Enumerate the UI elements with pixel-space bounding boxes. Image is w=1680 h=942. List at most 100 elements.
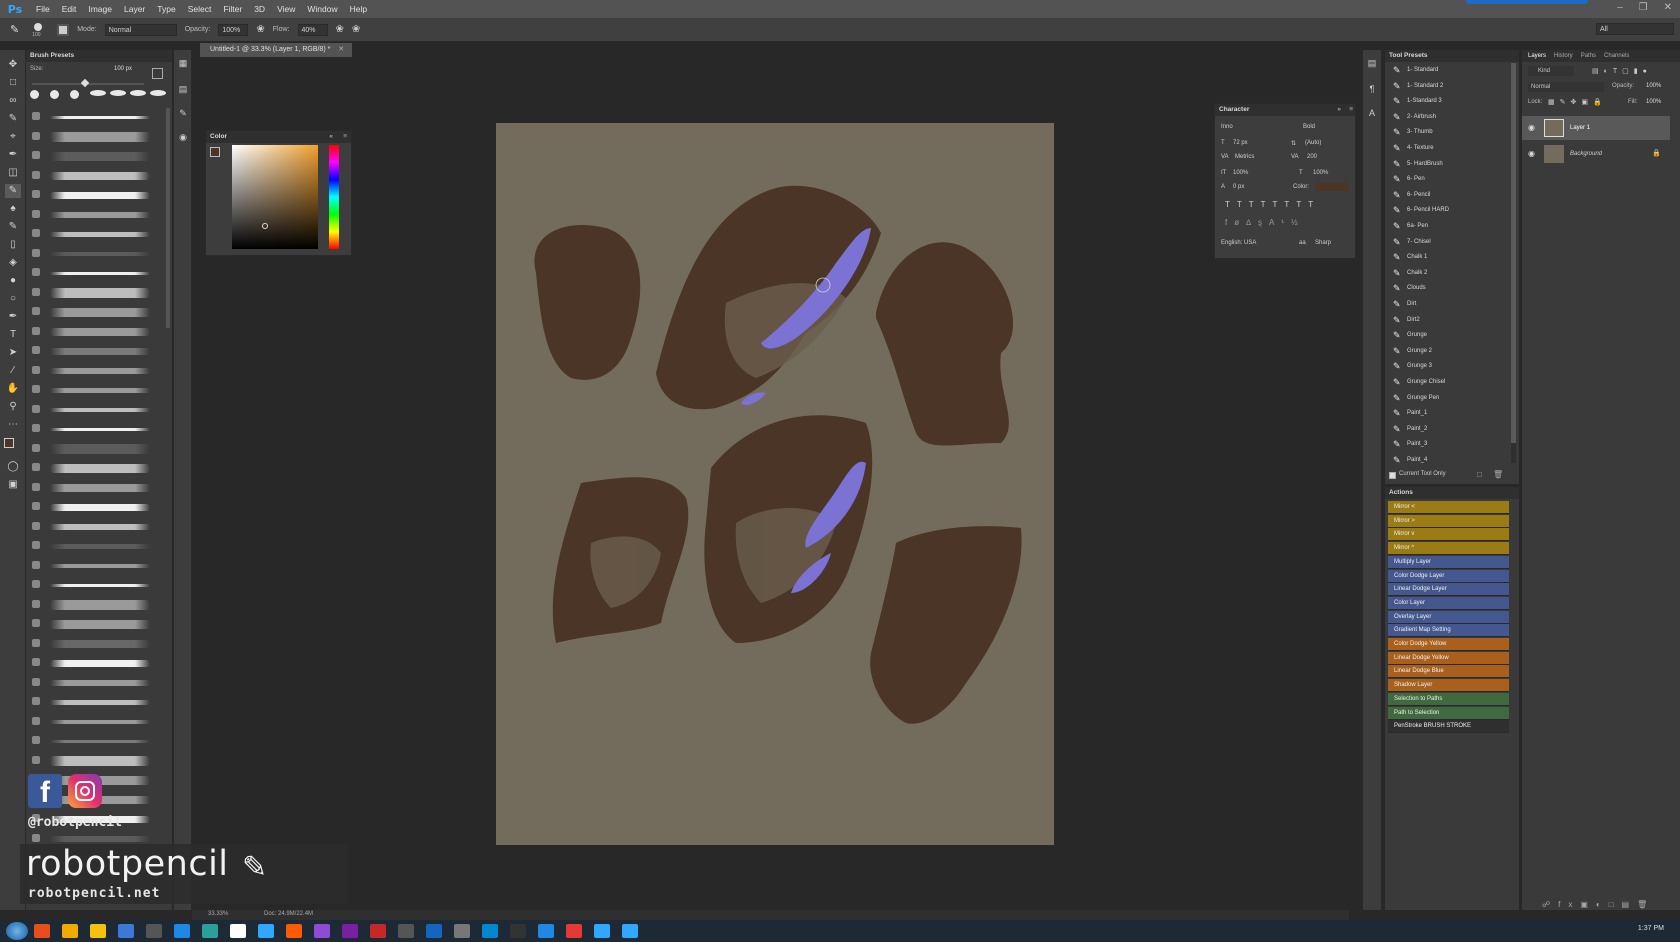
brush-preset-row[interactable]	[26, 654, 172, 672]
brush-preset-row[interactable]	[26, 713, 172, 731]
action-button[interactable]: Selection to Paths	[1388, 692, 1509, 706]
language-select[interactable]: English: USA	[1221, 240, 1256, 246]
tool-preset-item[interactable]: ✎ 6- Pencil HARD	[1385, 203, 1511, 218]
path-select-tool-icon[interactable]: ➤	[5, 346, 21, 360]
color-panel-tab[interactable]: Color « ≡	[206, 131, 351, 143]
brush-settings-icon[interactable]: ✎	[177, 108, 189, 120]
panel-menu-icon[interactable]: ≡	[1349, 104, 1353, 116]
tool-preset-item[interactable]: ✎ 5- HardBrush	[1385, 157, 1511, 172]
action-button[interactable]: Color Dodge Layer	[1388, 569, 1509, 583]
brush-preset-row[interactable]	[26, 245, 172, 263]
blend-mode-select[interactable]: Normal	[1528, 82, 1604, 92]
layer-name[interactable]: Background	[1570, 142, 1602, 166]
menu-file[interactable]: File	[30, 4, 56, 14]
tab-layers[interactable]: Layers	[1528, 50, 1546, 62]
tool-presets-tab[interactable]: Tool Presets	[1385, 50, 1519, 62]
tracking-field[interactable]: 200	[1307, 154, 1317, 160]
brush-list-scrollbar[interactable]	[166, 108, 170, 328]
layer-row-background[interactable]: ◉ Background 🔒	[1522, 142, 1670, 166]
brush-preset-row[interactable]	[26, 342, 172, 360]
action-button[interactable]: Multiply Layer	[1388, 555, 1509, 569]
layer-bottom-toolbar[interactable]: ☍fx▣◐□▤🗑	[1542, 900, 1655, 909]
brush-tip-swatch[interactable]	[30, 90, 39, 99]
foreground-color-swatch[interactable]	[210, 147, 220, 157]
brush-tip-swatch[interactable]	[150, 90, 166, 96]
more-tools-icon[interactable]: ⋯	[5, 418, 21, 432]
action-button-list[interactable]: Mirror < Mirror > Mirror v Mirror ^ Multiply…	[1385, 501, 1519, 741]
font-style-select[interactable]: Bold	[1303, 124, 1347, 130]
brush-list[interactable]	[26, 108, 172, 848]
visibility-eye-icon[interactable]: ◉	[1528, 142, 1535, 166]
taskbar-app-icon[interactable]	[566, 924, 582, 938]
taskbar-app-icon[interactable]	[510, 924, 526, 938]
tool-preset-item[interactable]: ✎ Chalk 1	[1385, 250, 1511, 265]
actions-tab[interactable]: Actions	[1385, 487, 1519, 499]
brush-preset-row[interactable]	[26, 225, 172, 243]
clone-stamp-tool-icon[interactable]: ♠	[5, 202, 21, 216]
action-button[interactable]: Shadow Layer	[1388, 679, 1509, 693]
brush-preset-row[interactable]	[26, 479, 172, 497]
layer-filter-select[interactable]: Kind	[1528, 66, 1574, 76]
size-slider-handle[interactable]	[80, 78, 90, 88]
action-button[interactable]: Linear Dodge Layer	[1388, 583, 1509, 597]
tool-preset-item[interactable]: ✎ 1- Standard 2	[1385, 79, 1511, 94]
paragraph-icon[interactable]: ¶	[1366, 84, 1378, 96]
tool-preset-list[interactable]: ✎ 1- Standard ✎ 1- Standard 2 ✎ 1-Standard 3 ✎…	[1385, 63, 1511, 463]
tool-preset-item[interactable]: ✎ Dirt	[1385, 297, 1511, 312]
pressure-opacity-icon[interactable]: ❀	[256, 24, 264, 35]
brush-preset-row[interactable]	[26, 128, 172, 146]
brush-preset-row[interactable]	[26, 108, 172, 126]
menu-3d[interactable]: 3D	[248, 4, 271, 14]
brush-preset-row[interactable]	[26, 518, 172, 536]
line-tool-icon[interactable]: ∕	[5, 364, 21, 378]
brush-preset-row[interactable]	[26, 537, 172, 555]
font-size-field[interactable]: 72 px	[1233, 140, 1248, 146]
tab-history[interactable]: History	[1554, 50, 1573, 62]
menu-select[interactable]: Select	[182, 4, 218, 14]
brush-tip-row[interactable]	[30, 88, 166, 106]
brush-preset-row[interactable]	[26, 596, 172, 614]
hand-tool-icon[interactable]: ✋	[5, 382, 21, 396]
faux-style-buttons[interactable]: TTTTTTTT	[1225, 200, 1320, 209]
opentype-buttons[interactable]: fø∆ȿA¹½	[1225, 218, 1305, 227]
taskbar-app-icon[interactable]	[258, 924, 274, 938]
brush-preset-row[interactable]	[26, 674, 172, 692]
menu-edit[interactable]: Edit	[56, 4, 83, 14]
brush-preset-row[interactable]	[26, 693, 172, 711]
delete-preset-icon[interactable]: 🗑	[1493, 470, 1503, 479]
tool-preset-item[interactable]: ✎ Paint_1	[1385, 406, 1511, 421]
character-panel-tab[interactable]: Character » ≡	[1215, 104, 1355, 116]
type-tool-icon[interactable]: T	[5, 328, 21, 342]
brush-tip-swatch[interactable]	[70, 90, 79, 99]
collapse-icon[interactable]: »	[1337, 104, 1341, 116]
tool-preset-item[interactable]: ✎ Grunge 3	[1385, 359, 1511, 374]
new-preset-icon[interactable]: □	[1477, 470, 1482, 479]
swatches-icon[interactable]: ▦	[177, 58, 189, 70]
taskbar-app-icon[interactable]	[286, 924, 302, 938]
brush-preview[interactable]: 100	[27, 22, 49, 38]
collapse-icon[interactable]: «	[329, 131, 333, 143]
tool-preset-item[interactable]: ✎ Grunge 2	[1385, 344, 1511, 359]
taskbar-app-icon[interactable]	[90, 924, 106, 938]
brush-tip-swatch[interactable]	[130, 90, 146, 96]
minimize-icon[interactable]: –	[1617, 2, 1623, 13]
action-button[interactable]: Path to Selection	[1388, 706, 1509, 720]
brush-preset-row[interactable]	[26, 440, 172, 458]
action-button[interactable]: PenStroke BRUSH STROKE	[1388, 720, 1509, 734]
baseline-shift-field[interactable]: 0 px	[1233, 184, 1244, 190]
tab-channels[interactable]: Channels	[1604, 50, 1629, 62]
taskbar-app-icon[interactable]	[426, 924, 442, 938]
taskbar-app-icon[interactable]	[538, 924, 554, 938]
restore-icon[interactable]: ❐	[1639, 2, 1648, 13]
lasso-tool-icon[interactable]: ∞	[5, 94, 21, 108]
flow-field[interactable]: 40%	[297, 23, 328, 36]
current-tool-only-checkbox[interactable]	[1389, 472, 1396, 479]
leading-field[interactable]: (Auto)	[1305, 140, 1321, 146]
screen-mode-icon[interactable]: ▣	[5, 478, 21, 492]
brush-preset-row[interactable]	[26, 557, 172, 575]
brush-preset-row[interactable]	[26, 284, 172, 302]
quick-mask-icon[interactable]: ◯	[5, 460, 21, 474]
brush-presets-tab[interactable]: Brush Presets	[26, 50, 172, 62]
action-button[interactable]: Mirror v	[1388, 528, 1509, 542]
brush-preset-row[interactable]	[26, 615, 172, 633]
